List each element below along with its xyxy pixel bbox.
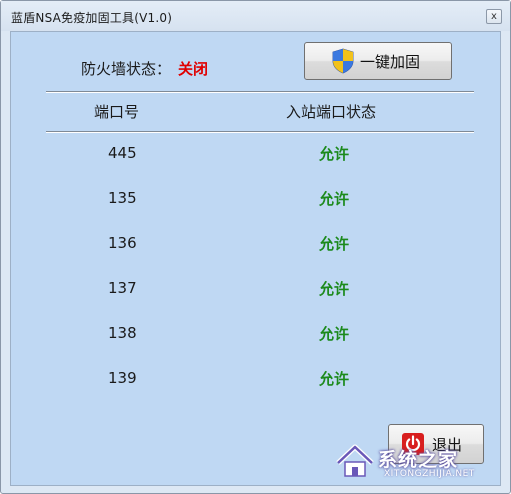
- column-header-port: 端口号: [94, 103, 140, 121]
- port-row: 139 允许: [11, 363, 500, 408]
- port-row: 137 允许: [11, 273, 500, 318]
- harden-button-label: 一键加固: [360, 52, 421, 71]
- port-number: 135: [108, 189, 137, 207]
- port-status: 允许: [319, 280, 350, 298]
- house-logo-icon: [336, 444, 374, 477]
- firewall-status-value: 关闭: [178, 60, 209, 78]
- site-watermark: 系统之家 XITONGZHIJIA.NET: [326, 439, 496, 483]
- port-number: 138: [108, 324, 137, 342]
- port-number: 136: [108, 234, 137, 252]
- port-number: 137: [108, 279, 137, 297]
- port-row: 136 允许: [11, 228, 500, 273]
- close-icon: x: [491, 11, 497, 22]
- port-row: 138 允许: [11, 318, 500, 363]
- port-status: 允许: [319, 370, 350, 388]
- main-panel: 防火墙状态： 关闭 一键加固 端口号 入站端口状态 445 允许 135 允许: [10, 31, 501, 486]
- port-status: 允许: [319, 235, 350, 253]
- header-divider-top: [46, 91, 474, 93]
- port-status: 允许: [319, 145, 350, 163]
- uac-shield-icon: [332, 48, 354, 74]
- window-title: 蓝盾NSA免疫加固工具(V1.0): [11, 11, 173, 25]
- port-row: 445 允许: [11, 138, 500, 183]
- watermark-text: 系统之家: [378, 449, 459, 471]
- port-number: 445: [108, 144, 137, 162]
- one-click-harden-button[interactable]: 一键加固: [304, 42, 452, 80]
- port-list: 445 允许 135 允许 136 允许 137 允许 138 允许 139 允…: [11, 138, 500, 408]
- column-header-inbound-status: 入站端口状态: [286, 103, 377, 121]
- app-window: 蓝盾NSA免疫加固工具(V1.0) x 防火墙状态： 关闭 一键加固 端口号 入…: [0, 0, 511, 494]
- watermark-url: XITONGZHIJIA.NET: [384, 469, 475, 479]
- port-status: 允许: [319, 325, 350, 343]
- port-row: 135 允许: [11, 183, 500, 228]
- port-number: 139: [108, 369, 137, 387]
- close-button[interactable]: x: [486, 9, 502, 24]
- title-bar[interactable]: 蓝盾NSA免疫加固工具(V1.0) x: [1, 1, 510, 31]
- firewall-status-label: 防火墙状态：: [81, 60, 172, 78]
- port-status: 允许: [319, 190, 350, 208]
- header-divider-bottom: [46, 131, 474, 133]
